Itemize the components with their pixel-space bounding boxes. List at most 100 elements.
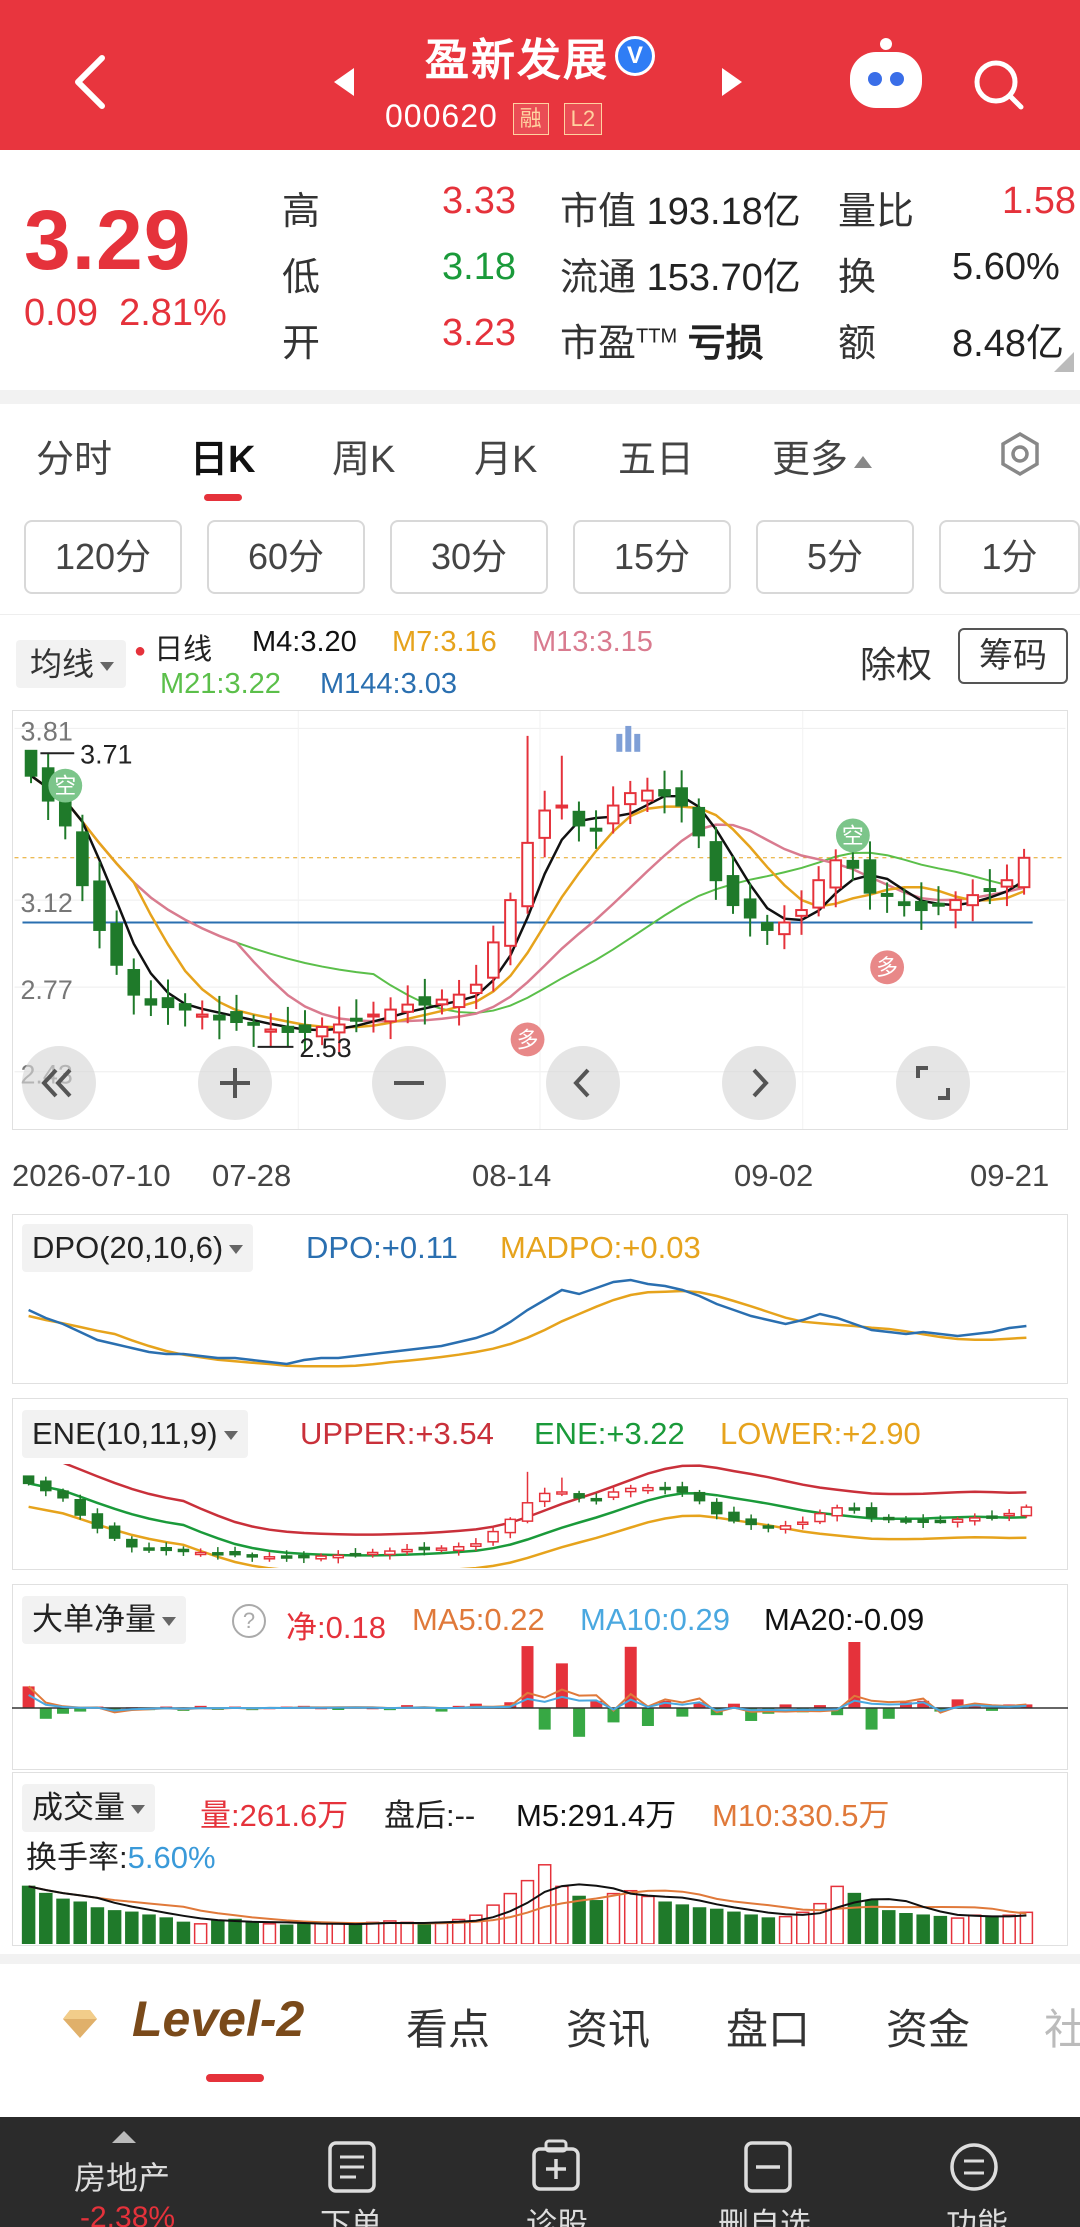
ene-candle-body — [865, 1507, 878, 1518]
tab-news[interactable]: 资讯 — [566, 1996, 650, 2057]
float-cap: 流通 153.70亿 — [560, 257, 801, 299]
next-stock-button[interactable] — [722, 68, 742, 96]
ene-candle-body — [108, 1525, 121, 1539]
ene-candle-body — [642, 1486, 654, 1492]
ene-candle-body — [504, 1518, 517, 1534]
high-label: 高 — [282, 191, 321, 233]
candle-body — [452, 993, 466, 1009]
candle-body — [264, 1028, 278, 1033]
tab-intraday[interactable]: 分时 — [36, 428, 112, 483]
sector-name[interactable]: 房地产 — [74, 2153, 170, 2199]
min-15-button[interactable]: 15分 — [573, 520, 731, 594]
scroll-left-button[interactable] — [22, 1046, 96, 1120]
big-order-bar — [538, 1708, 551, 1730]
tab-more[interactable]: 更多 — [772, 428, 873, 483]
expand-corner-icon[interactable] — [1054, 352, 1074, 372]
volume-bar — [641, 1895, 655, 1944]
volume-bar — [623, 1889, 638, 1944]
function-button[interactable]: 功能 — [946, 2199, 1008, 2227]
stock-code: 000620 — [385, 98, 498, 134]
ene-selector[interactable]: ENE(10,11,9) — [22, 1410, 248, 1458]
settings-gear-icon[interactable] — [996, 430, 1044, 478]
big-order-bar — [676, 1708, 689, 1717]
volume-bar — [709, 1908, 724, 1944]
volume-bar — [486, 1904, 500, 1944]
tab-five-day[interactable]: 五日 — [618, 428, 694, 483]
tab-order-book[interactable]: 盘口 — [726, 1996, 810, 2057]
min-120-button[interactable]: 120分 — [24, 520, 182, 594]
zoom-in-button[interactable] — [198, 1046, 272, 1120]
fullscreen-button[interactable] — [896, 1046, 970, 1120]
caret-up-icon — [112, 2131, 136, 2143]
ma-m4: M4:3.20 — [252, 626, 357, 658]
candle-body — [195, 1013, 209, 1018]
ene-candle-body — [556, 1491, 568, 1495]
tab-capital-flow[interactable]: 资金 — [886, 1996, 970, 2057]
ma-m13: M13:3.15 — [532, 626, 653, 658]
level2-tag: L2 — [563, 102, 603, 135]
prev-candle-button[interactable] — [546, 1046, 620, 1120]
ene-candle-body — [934, 1519, 947, 1524]
tab-community[interactable]: 社 — [1044, 1996, 1080, 2057]
ene-candle-body — [487, 1530, 499, 1543]
min-60-button[interactable]: 60分 — [207, 520, 365, 594]
tab-monthly-k[interactable]: 月K — [474, 428, 537, 483]
min-30-button[interactable]: 30分 — [390, 520, 548, 594]
candle-body — [949, 899, 962, 911]
robot-assistant-icon[interactable] — [850, 38, 922, 108]
date-label-start: 2026-07-10 — [12, 1158, 171, 1193]
volume-bar — [916, 1914, 930, 1944]
diamond-icon — [63, 2010, 97, 2038]
tab-weekly-k[interactable]: 周K — [332, 428, 395, 483]
dpo-selector[interactable]: DPO(20,10,6) — [22, 1224, 254, 1272]
big-order-bar — [39, 1708, 52, 1719]
stock-name: 盈新发展 — [425, 36, 609, 85]
volume-bar — [159, 1917, 173, 1944]
tab-level2[interactable]: Level-2 — [132, 1990, 304, 2048]
search-icon[interactable] — [972, 58, 1024, 110]
tab-daily-k[interactable]: 日K — [190, 428, 255, 483]
chip-distribution-button[interactable]: 筹码 — [958, 628, 1068, 684]
volume-selector[interactable]: 成交量 — [22, 1784, 155, 1832]
chevron-left-icon — [573, 1068, 590, 1098]
plus-icon — [220, 1068, 250, 1098]
madpo-value: MADPO:+0.03 — [500, 1230, 701, 1265]
help-icon[interactable]: ? — [232, 1604, 266, 1638]
order-button[interactable]: 下单 — [320, 2199, 382, 2227]
candle-body — [863, 859, 877, 894]
volume-bar — [537, 1864, 552, 1944]
function-menu-icon[interactable] — [948, 2139, 1000, 2195]
min-1-button[interactable]: 1分 — [939, 520, 1080, 594]
candle-body — [778, 921, 791, 936]
volume-bar — [39, 1892, 53, 1944]
remove-watchlist-icon[interactable] — [742, 2139, 794, 2195]
back-button[interactable] — [68, 52, 112, 109]
diagnose-icon[interactable] — [530, 2139, 582, 2195]
order-icon[interactable] — [326, 2139, 378, 2195]
tab-highlights[interactable]: 看点 — [406, 1996, 490, 2057]
diagnose-button[interactable]: 诊股 — [526, 2199, 588, 2227]
big-order-selector[interactable]: 大单净量 — [22, 1596, 186, 1644]
candle-body — [641, 789, 654, 802]
volume-bar — [176, 1921, 191, 1944]
zoom-out-button[interactable] — [372, 1046, 446, 1120]
ex-rights-toggle[interactable]: 除权 — [860, 636, 932, 688]
volume-bar — [675, 1904, 690, 1944]
min-5-button[interactable]: 5分 — [756, 520, 914, 594]
ma-m144: M144:3.03 — [320, 668, 458, 700]
pe-ratio: 市盈TTM 亏损 — [560, 323, 764, 365]
next-candle-button[interactable] — [722, 1046, 796, 1120]
ene-candle-body — [332, 1554, 345, 1559]
candle-body — [623, 792, 637, 806]
ma-selector[interactable]: 均线 — [16, 640, 126, 688]
stock-title: 盈新发展 V — [330, 24, 750, 88]
candle-body — [350, 1017, 363, 1022]
change-amount: 0.09 — [24, 292, 98, 334]
ene-candle-body — [452, 1545, 465, 1552]
volume-bar — [882, 1910, 896, 1944]
candle-body — [469, 983, 483, 995]
big-order-bar — [882, 1708, 895, 1719]
candle-body — [966, 894, 980, 907]
ene-candle-body — [366, 1551, 379, 1556]
remove-watchlist-button[interactable]: 删自选 — [718, 2199, 811, 2227]
